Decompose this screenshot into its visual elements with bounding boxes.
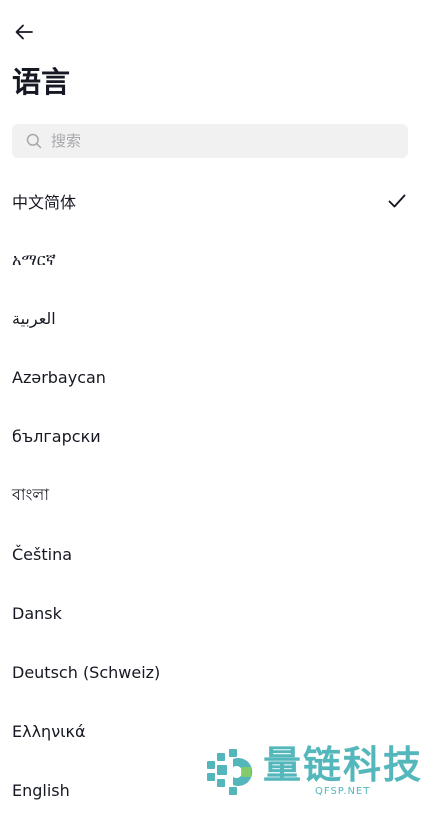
arrow-left-icon [14, 22, 34, 42]
back-button[interactable] [8, 16, 40, 48]
language-item[interactable]: አማርኛ [0, 230, 422, 289]
language-label: български [12, 427, 101, 446]
language-item[interactable]: العربية [0, 289, 422, 348]
language-label: Čeština [12, 545, 73, 564]
language-label: Azərbaycan [12, 368, 106, 387]
language-item[interactable]: Deutsch (Schweiz) [0, 643, 422, 702]
language-item[interactable]: Ελληνικά [0, 702, 422, 761]
language-label: Dansk [12, 604, 62, 623]
language-item[interactable]: বাংলা [0, 466, 422, 525]
language-item[interactable]: 中文简体 [0, 171, 422, 230]
language-item[interactable]: Čeština [0, 525, 422, 584]
language-label: Ελληνικά [12, 722, 86, 741]
language-item[interactable]: Azərbaycan [0, 348, 422, 407]
language-label: বাংলা [12, 485, 49, 504]
language-item[interactable]: English [0, 761, 422, 820]
language-item[interactable]: Dansk [0, 584, 422, 643]
search-bar[interactable] [12, 124, 408, 158]
search-icon [26, 133, 42, 149]
search-input[interactable] [51, 132, 391, 150]
language-label: 中文简体 [12, 192, 77, 212]
language-label: English [12, 781, 70, 800]
language-label: Deutsch (Schweiz) [12, 663, 161, 682]
language-list: 中文简体 አማርኛ العربية Azərbaycan български বাংলা Č… [0, 171, 422, 820]
language-item[interactable]: български [0, 407, 422, 466]
check-icon [386, 190, 408, 212]
page-title: 语言 [12, 65, 71, 99]
language-label: አማርኛ [12, 249, 56, 269]
language-label: العربية [12, 309, 56, 328]
